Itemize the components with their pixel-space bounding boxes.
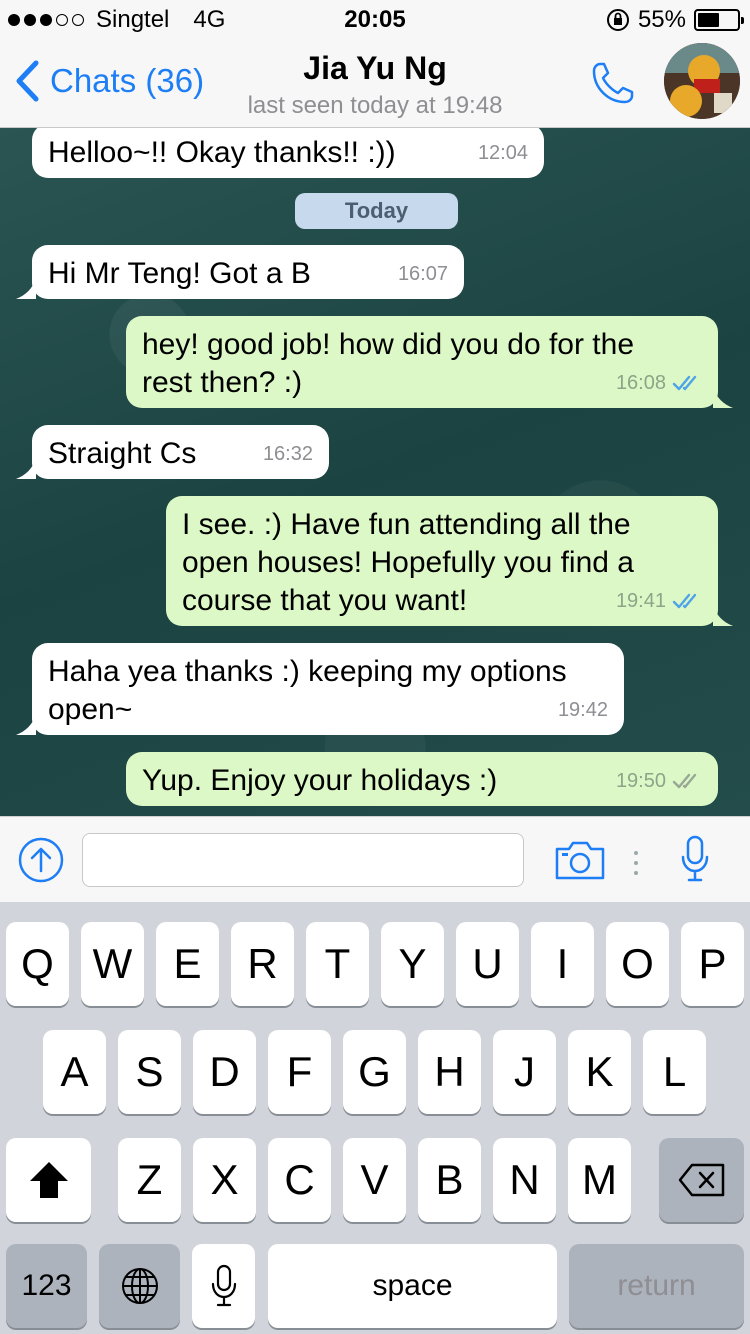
key-j[interactable]: J <box>493 1030 556 1114</box>
message-text-line: hey! good job! how did you do for the <box>142 328 635 361</box>
bubble-tail <box>713 388 733 408</box>
message-meta: 19:41 <box>616 582 702 620</box>
message-time: 16:07 <box>397 263 448 285</box>
key-x[interactable]: X <box>193 1138 256 1222</box>
numbers-key[interactable]: 123 <box>6 1244 87 1328</box>
backspace-icon <box>678 1163 724 1197</box>
bubble-tail <box>16 279 36 299</box>
key-a[interactable]: A <box>43 1030 106 1114</box>
message-meta: 16:08 <box>616 364 702 402</box>
key-k[interactable]: K <box>568 1030 631 1114</box>
message-time: 19:41 <box>615 590 666 612</box>
incoming-message[interactable]: Helloo~!! Okay thanks!! :)) 12:04 <box>32 128 544 178</box>
camera-icon <box>555 841 605 880</box>
key-d[interactable]: D <box>193 1030 256 1114</box>
key-f[interactable]: F <box>268 1030 331 1114</box>
battery-percent: 55% <box>637 6 686 33</box>
voice-note-button[interactable] <box>680 835 710 888</box>
chat-header: Chats (36) Jia Yu Ng last seen today at … <box>0 40 750 128</box>
shift-arrow-icon <box>29 1162 68 1198</box>
key-b[interactable]: B <box>418 1138 481 1222</box>
message-text-line: Haha yea thanks :) keeping my options <box>48 655 567 688</box>
upload-arrow-icon <box>18 837 64 883</box>
outgoing-message[interactable]: I see. :) Have fun attending all the ope… <box>166 496 718 626</box>
delivered-receipt-icon <box>672 773 697 789</box>
key-v[interactable]: V <box>343 1138 406 1222</box>
shift-key[interactable] <box>6 1138 91 1222</box>
key-t[interactable]: T <box>306 922 369 1006</box>
message-text: Straight Cs <box>48 437 197 470</box>
bubble-tail <box>16 459 36 479</box>
key-y[interactable]: Y <box>381 922 444 1006</box>
key-w[interactable]: W <box>81 922 144 1006</box>
key-g[interactable]: G <box>343 1030 406 1114</box>
battery-icon <box>694 9 744 31</box>
message-time: 12:04 <box>477 142 528 164</box>
camera-button[interactable] <box>554 839 606 886</box>
dictation-key[interactable] <box>192 1244 255 1328</box>
key-e[interactable]: E <box>156 922 219 1006</box>
key-p[interactable]: P <box>681 922 744 1006</box>
key-l[interactable]: L <box>643 1030 706 1114</box>
phone-icon <box>592 62 634 104</box>
key-s[interactable]: S <box>118 1030 181 1114</box>
message-text-line: I see. :) Have fun attending all the <box>182 508 631 541</box>
message-time: 19:50 <box>615 770 666 792</box>
message-time: 16:08 <box>615 372 666 394</box>
key-q[interactable]: Q <box>6 922 69 1006</box>
incoming-message[interactable]: Straight Cs 16:32 <box>32 425 329 479</box>
divider-dots <box>634 851 638 875</box>
delete-key[interactable] <box>659 1138 744 1222</box>
message-composer <box>0 816 750 902</box>
day-separator: Today <box>295 193 458 229</box>
return-key[interactable]: return <box>569 1244 744 1328</box>
microphone-icon <box>211 1264 236 1307</box>
status-bar: Singtel 4G 20:05 55% <box>0 0 750 40</box>
message-list[interactable]: Helloo~!! Okay thanks!! :)) 12:04 Today … <box>0 128 750 816</box>
incoming-message[interactable]: Haha yea thanks :) keeping my options op… <box>32 643 624 735</box>
globe-icon <box>121 1268 158 1304</box>
attach-button[interactable] <box>18 837 64 888</box>
read-receipt-icon <box>672 593 697 609</box>
key-z[interactable]: Z <box>118 1138 181 1222</box>
key-u[interactable]: U <box>456 922 519 1006</box>
key-h[interactable]: H <box>418 1030 481 1114</box>
message-time: 19:42 <box>557 699 608 721</box>
message-text-line: open~ <box>48 693 133 726</box>
message-text: Yup. Enjoy your holidays :) <box>142 764 498 797</box>
key-r[interactable]: R <box>231 922 294 1006</box>
bubble-tail <box>713 606 733 626</box>
message-text: Hi Mr Teng! Got a B <box>48 257 311 290</box>
contact-avatar[interactable] <box>664 43 740 119</box>
keyboard: Q W E R T Y U I O P A S D F G H J K L Z … <box>0 902 750 1334</box>
message-time: 16:32 <box>262 443 313 465</box>
bubble-tail <box>16 715 36 735</box>
key-n[interactable]: N <box>493 1138 556 1222</box>
orientation-lock-icon <box>606 9 629 31</box>
message-text: Helloo~!! Okay thanks!! :)) <box>48 136 396 169</box>
message-meta: 19:50 <box>616 762 702 800</box>
globe-key[interactable] <box>99 1244 180 1328</box>
incoming-message[interactable]: Hi Mr Teng! Got a B 16:07 <box>32 245 464 299</box>
outgoing-message[interactable]: hey! good job! how did you do for the re… <box>126 316 718 408</box>
microphone-icon <box>681 835 709 882</box>
read-receipt-icon <box>672 375 697 391</box>
outgoing-message[interactable]: Yup. Enjoy your holidays :) 19:50 <box>126 752 718 806</box>
space-key[interactable]: space <box>268 1244 557 1328</box>
key-c[interactable]: C <box>268 1138 331 1222</box>
voice-call-button[interactable] <box>588 58 638 113</box>
message-text-line: open houses! Hopefully you find a <box>182 546 634 579</box>
key-o[interactable]: O <box>606 922 669 1006</box>
key-i[interactable]: I <box>531 922 594 1006</box>
key-m[interactable]: M <box>568 1138 631 1222</box>
battery-area: 55% <box>606 6 744 34</box>
message-input[interactable] <box>82 833 524 887</box>
